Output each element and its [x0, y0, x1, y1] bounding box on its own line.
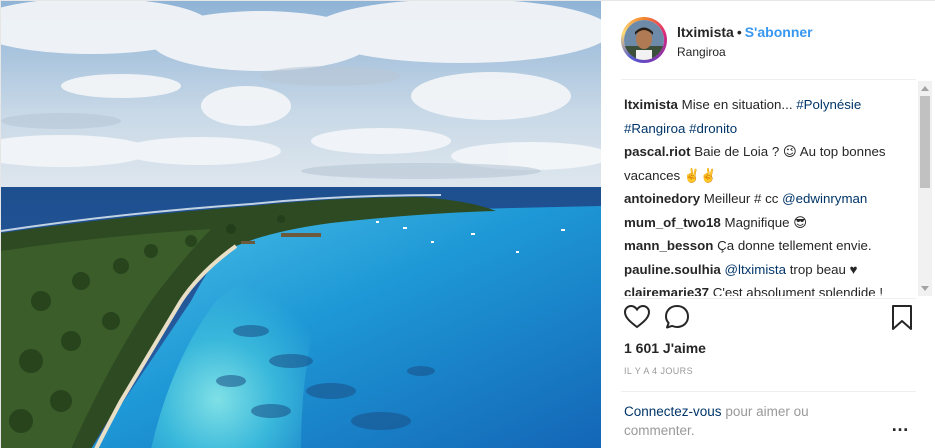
- divider: [621, 391, 916, 392]
- hashtag-link[interactable]: #Rangiroa: [624, 121, 685, 136]
- action-bar: [621, 303, 916, 337]
- comment-item: ltximista Mise en situation... #Polynési…: [624, 93, 912, 140]
- instagram-post: ltximista • S'abonner Rangiroa ltximista M…: [0, 0, 935, 448]
- comment-username[interactable]: pascal.riot: [624, 144, 691, 159]
- header-user-line: ltximista • S'abonner: [677, 24, 813, 40]
- scroll-thumb[interactable]: [920, 96, 930, 188]
- scroll-down-arrow-icon[interactable]: [921, 286, 929, 291]
- comment-username[interactable]: ltximista: [624, 97, 678, 112]
- post-photo[interactable]: [1, 1, 601, 448]
- comment-text: C'est absolument splendide !: [712, 285, 884, 296]
- user-avatar-icon: [624, 20, 664, 60]
- location-link[interactable]: Rangiroa: [677, 45, 726, 59]
- heart-icon[interactable]: [623, 303, 651, 331]
- comment-text: Ça donne tellement envie.: [717, 238, 872, 253]
- bookmark-icon[interactable]: [888, 303, 916, 331]
- divider: [621, 298, 916, 299]
- aerial-photo-atoll: [1, 1, 601, 448]
- likes-count[interactable]: 1 601 J'aime: [624, 340, 706, 356]
- mention-link[interactable]: @edwinryman: [782, 191, 867, 206]
- divider: [621, 79, 916, 80]
- comment-text: Magnifique 😎: [724, 214, 808, 230]
- post-header: ltximista • S'abonner Rangiroa: [601, 1, 935, 79]
- login-prompt: Connectez-vous pour aimer ou commenter.: [624, 402, 864, 440]
- follow-button[interactable]: S'abonner: [745, 24, 813, 40]
- comment-item: clairemarie37 C'est absolument splendide…: [624, 281, 912, 296]
- avatar-image: [624, 20, 664, 60]
- comment-text: trop beau ♥: [786, 261, 858, 277]
- hashtag-link[interactable]: #Polynésie: [796, 97, 861, 112]
- username-link[interactable]: ltximista: [677, 24, 734, 40]
- login-link[interactable]: Connectez-vous: [624, 404, 722, 419]
- comment-bubble-icon[interactable]: [663, 303, 691, 331]
- avatar[interactable]: [621, 17, 667, 63]
- hashtag-link[interactable]: #dronito: [689, 121, 737, 136]
- comment-item: pauline.soulhia @ltximista trop beau ♥: [624, 258, 912, 282]
- comment-item: mum_of_two18 Magnifique 😎: [624, 211, 912, 235]
- comment-username[interactable]: mann_besson: [624, 238, 713, 253]
- separator-dot: •: [736, 24, 742, 40]
- comment-text: Meilleur # cc: [703, 191, 783, 206]
- comment-item: antoinedory Meilleur # cc @edwinryman: [624, 187, 912, 211]
- more-options-icon[interactable]: …: [890, 415, 910, 435]
- comment-item: mann_besson Ça donne tellement envie.: [624, 234, 912, 258]
- comment-username[interactable]: mum_of_two18: [624, 215, 721, 230]
- comment-text: Mise en situation...: [681, 97, 797, 112]
- comment-username[interactable]: clairemarie37: [624, 285, 709, 296]
- comment-username[interactable]: pauline.soulhia: [624, 262, 721, 277]
- comments-scrollbar[interactable]: [918, 81, 932, 296]
- scroll-up-arrow-icon[interactable]: [921, 86, 929, 91]
- comment-item: pascal.riot Baie de Loia ? 😉 Au top bonn…: [624, 140, 912, 187]
- comments-inner: ltximista Mise en situation... #Polynési…: [624, 93, 912, 296]
- comment-username[interactable]: antoinedory: [624, 191, 700, 206]
- mention-link[interactable]: @ltximista: [725, 262, 787, 277]
- comments-list[interactable]: ltximista Mise en situation... #Polynési…: [601, 81, 935, 296]
- post-side-panel: ltximista • S'abonner Rangiroa ltximista M…: [601, 1, 935, 448]
- post-timestamp[interactable]: IL Y A 4 JOURS: [624, 366, 693, 376]
